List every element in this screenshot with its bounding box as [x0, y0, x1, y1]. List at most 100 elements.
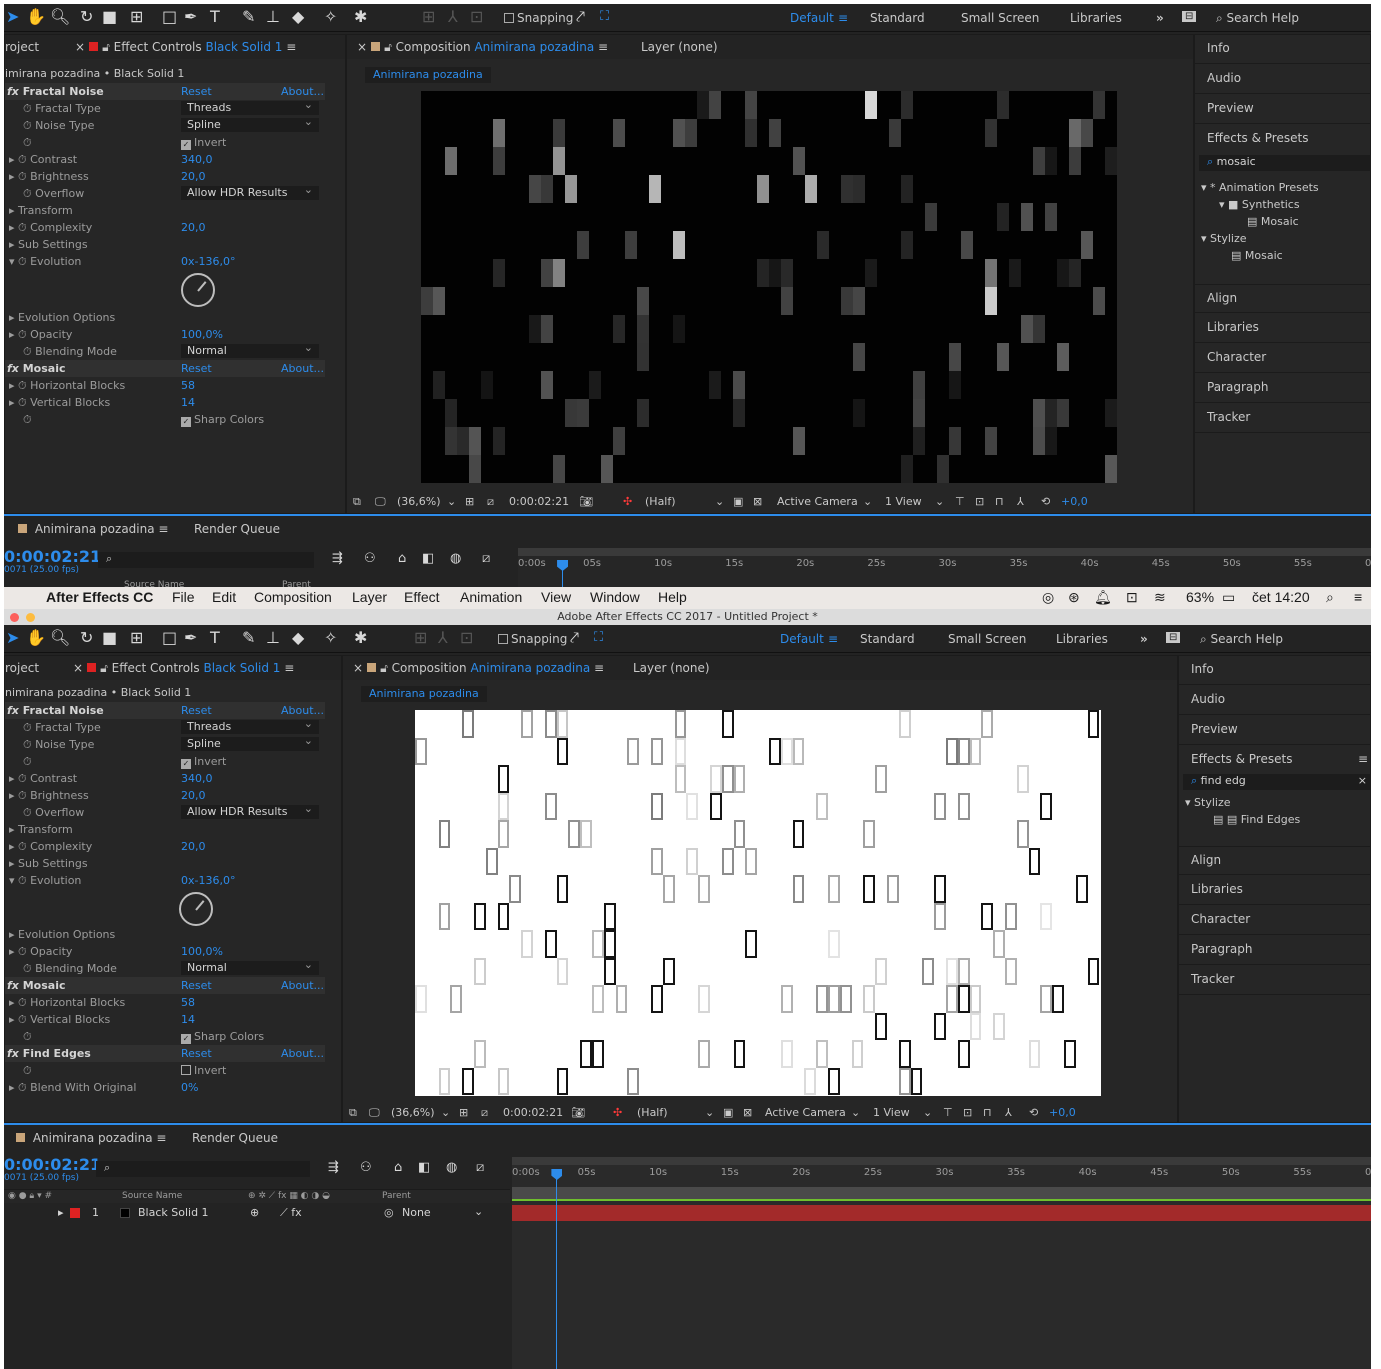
more-workspaces-icon[interactable]: » — [1156, 11, 1164, 25]
toggle-pixel-icon[interactable]: ⊤ — [955, 495, 965, 508]
comp-flowchart-icon[interactable]: ⧄ — [476, 1159, 484, 1177]
rectangle-tool-icon[interactable]: □ — [162, 8, 177, 26]
contrast-value[interactable]: 340,0 — [181, 153, 213, 166]
menu-window[interactable]: Window — [590, 589, 640, 605]
panel-preview[interactable]: Preview — [1179, 716, 1371, 745]
timeline-search[interactable]: ⌕ — [96, 1161, 310, 1177]
overflow-dropdown[interactable]: Allow HDR Results — [181, 183, 319, 200]
composition-viewer[interactable] — [415, 710, 1101, 1096]
transparency-grid-icon[interactable]: ⊠ — [753, 495, 762, 508]
tab-project[interactable]: roject — [5, 40, 39, 54]
camera-tool-icon[interactable]: ■ — [102, 629, 117, 647]
menu-view[interactable]: View — [541, 589, 571, 605]
pen-tool-icon[interactable]: ✒ — [184, 629, 197, 647]
shy-icon[interactable]: ⚇ — [360, 1159, 372, 1177]
wifi-icon[interactable]: ≋ — [1154, 589, 1166, 606]
mask-icon[interactable]: ⧄ — [487, 495, 494, 509]
fractal-noise-reset[interactable]: Reset — [181, 704, 212, 717]
notification-icon[interactable]: 🔔︎ — [1094, 589, 1112, 606]
layer-name[interactable]: Black Solid 1 — [138, 1206, 209, 1219]
close-icon[interactable]: × — [75, 40, 85, 54]
fast-preview-icon[interactable]: ⊡ — [975, 495, 984, 508]
opacity-value[interactable]: 100,0% — [181, 945, 223, 958]
eraser-tool-icon[interactable]: ◆ — [292, 8, 304, 26]
panel-toggle-icon[interactable]: ⊟ — [1182, 11, 1197, 22]
panel-paragraph[interactable]: Paragraph — [1195, 374, 1371, 403]
magnet-icon[interactable]: ⧉ — [349, 1106, 357, 1120]
timeline-timecode[interactable]: 0:00:02:21 — [4, 547, 101, 566]
transparency-grid-icon[interactable]: ⊠ — [743, 1106, 752, 1119]
frame-blend-icon[interactable]: ⌂ — [398, 550, 406, 568]
more-workspaces-icon[interactable]: » — [1140, 632, 1148, 646]
find-edges-reset[interactable]: Reset — [181, 1047, 212, 1060]
mosaic-about[interactable]: About... — [281, 979, 324, 992]
blend-with-original-value[interactable]: 0% — [181, 1081, 198, 1094]
group-sub-settings[interactable]: ▸ Sub Settings — [5, 236, 325, 253]
mosaic-about[interactable]: About... — [281, 362, 324, 375]
tab-timeline-comp[interactable]: Animirana pozadina ≡ — [14, 522, 168, 536]
chevron-down-icon[interactable]: ⌄ — [441, 1106, 450, 1119]
evolution-dial[interactable] — [179, 892, 213, 926]
extension-icon[interactable]: ⊛ — [1068, 589, 1080, 606]
time-ruler[interactable]: 0:00s 05s 10s 15s 20s 25s 30s 35s 40s 45s 50s 55s 01… — [518, 548, 1371, 587]
work-area-range[interactable] — [512, 1187, 1371, 1201]
layer-duration-bar[interactable] — [512, 1205, 1371, 1221]
workspace-default[interactable]: Default — [780, 632, 824, 646]
panel-character[interactable]: Character — [1195, 344, 1371, 373]
clone-stamp-tool-icon[interactable]: ⊥ — [266, 8, 280, 26]
monitor-icon[interactable]: 🖵︎ — [375, 495, 386, 509]
mosaic-reset[interactable]: Reset — [181, 979, 212, 992]
snap-icon[interactable]: ⤤ — [576, 8, 585, 26]
menu-help[interactable]: Help — [658, 589, 687, 605]
sharp-colors-checkbox[interactable]: ✓ — [181, 1034, 191, 1044]
selection-tool-icon[interactable]: ➤ — [6, 629, 19, 647]
tab-render-queue[interactable]: Render Queue — [194, 522, 280, 536]
stopwatch-icon[interactable]: ⏱ — [23, 1030, 32, 1044]
channel-icon[interactable]: ✣ — [613, 1106, 622, 1119]
panel-tracker[interactable]: Tracker — [1195, 404, 1371, 433]
playhead-line[interactable] — [556, 1179, 558, 1369]
complexity-value[interactable]: 20,0 — [181, 221, 206, 234]
group-evolution-options[interactable]: ▸ Evolution Options — [5, 309, 325, 326]
pen-tool-icon[interactable]: ✒ — [184, 8, 197, 26]
panel-libraries[interactable]: Libraries — [1195, 314, 1371, 343]
panel-audio[interactable]: Audio — [1179, 686, 1371, 715]
tree-animation-presets[interactable]: ▾ * Animation Presets — [1201, 181, 1319, 194]
workspace-menu-icon[interactable]: ≡ — [838, 11, 848, 25]
group-sub-settings[interactable]: ▸ Sub Settings — [5, 855, 325, 872]
search-help[interactable]: ⌕ Search Help — [1200, 632, 1283, 647]
chevron-down-icon[interactable]: ⌄ — [923, 1106, 932, 1119]
chevron-down-icon[interactable]: ⌄ — [851, 1106, 860, 1119]
motion-blur-icon[interactable]: ◧ — [422, 550, 434, 568]
panel-menu-icon[interactable]: ≡ — [286, 40, 296, 54]
brightness-value[interactable]: 20,0 — [181, 170, 206, 183]
menu-list-icon[interactable]: ≡ — [1354, 589, 1362, 605]
panel-info[interactable]: Info — [1195, 35, 1371, 64]
noise-type-dropdown[interactable]: Spline — [181, 734, 319, 751]
invert-checkbox[interactable]: ✓ — [181, 759, 191, 769]
work-area-bar[interactable] — [518, 548, 1371, 556]
panel-libraries[interactable]: Libraries — [1179, 876, 1371, 905]
tree-stylize[interactable]: ▾ Stylize — [1201, 232, 1247, 245]
tab-composition[interactable]: × 🔓︎ Composition Animirana pozadina ≡ — [353, 661, 604, 676]
brush-tool-icon[interactable]: ✎ — [242, 8, 255, 26]
tab-layer[interactable]: Layer (none) — [641, 40, 718, 54]
zoom-tool-icon[interactable]: 🔍︎ — [50, 629, 70, 647]
menu-app[interactable]: After Effects CC — [46, 589, 153, 605]
flowchart-icon[interactable]: ⅄ — [1017, 495, 1024, 508]
group-transform[interactable]: ▸ Transform — [5, 202, 325, 219]
group-evolution-options[interactable]: ▸ Evolution Options — [5, 926, 325, 943]
panel-audio[interactable]: Audio — [1195, 65, 1371, 94]
region-icon[interactable]: ▣ — [733, 495, 743, 508]
graph-editor-icon[interactable]: ◍ — [450, 550, 461, 568]
type-tool-icon[interactable]: T — [210, 8, 220, 26]
fx-switch-icon[interactable]: ⟋ fx — [280, 1206, 302, 1220]
playhead-line[interactable] — [562, 570, 564, 587]
tab-project[interactable]: roject — [5, 661, 39, 675]
spotlight-icon[interactable]: ⌕ — [1326, 589, 1334, 606]
exposure-reset-icon[interactable]: ⟲ — [1029, 1106, 1038, 1119]
stopwatch-icon[interactable]: ⏱ — [23, 755, 32, 769]
chevron-down-icon[interactable]: ⌄ — [715, 495, 724, 508]
motion-blur-icon[interactable]: ◧ — [418, 1159, 430, 1177]
rotate-tool-icon[interactable]: ↻ — [80, 629, 93, 647]
